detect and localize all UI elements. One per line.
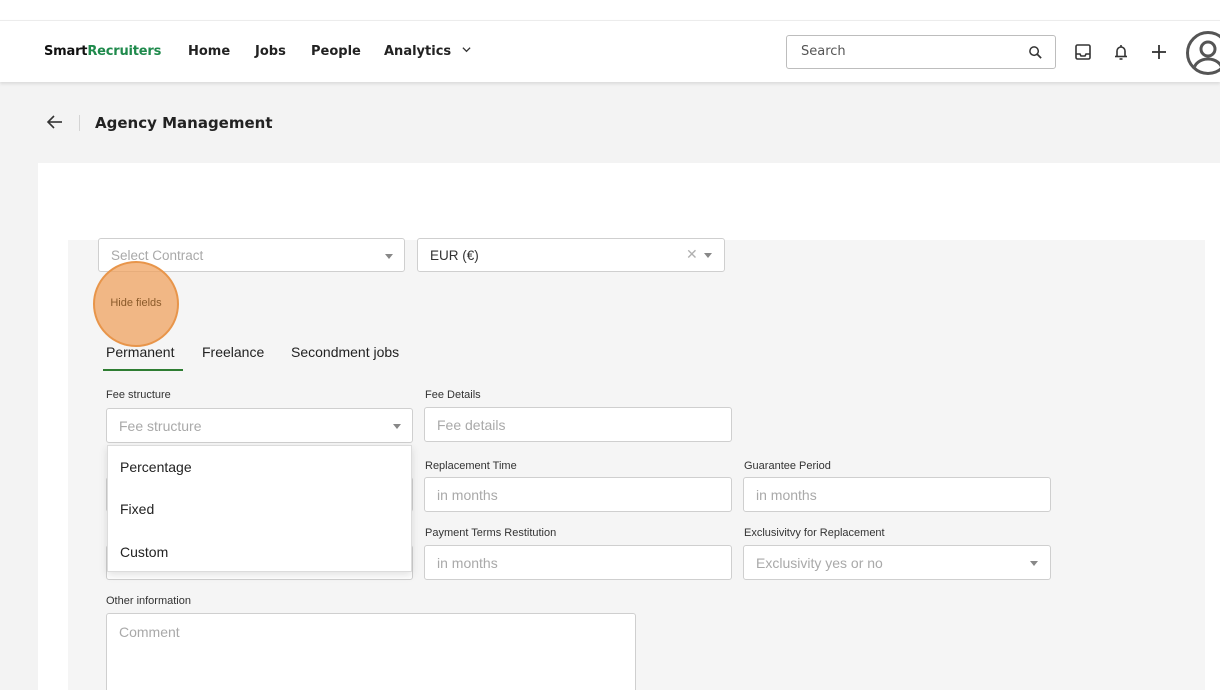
payment-terms-input[interactable] (437, 555, 698, 571)
user-avatar[interactable] (1186, 31, 1220, 75)
caret-down-icon (704, 253, 712, 258)
nav-people[interactable]: People (311, 44, 361, 59)
top-strip (0, 0, 1220, 20)
top-navbar: SmartRecruiters Home Jobs People Analyti… (0, 20, 1220, 82)
currency-select[interactable]: EUR (€) ✕ (417, 238, 725, 272)
fee-details-input[interactable] (437, 417, 698, 433)
fee-structure-select[interactable] (106, 408, 413, 443)
tab-secondment-jobs[interactable]: Secondment jobs (291, 344, 399, 360)
payment-terms-field[interactable] (424, 545, 732, 580)
caret-down-icon (385, 254, 393, 259)
other-information-label: Other information (106, 595, 191, 607)
dropdown-option-percentage[interactable]: Percentage (120, 459, 192, 475)
caret-down-icon (1030, 561, 1038, 566)
logo-recruiters-text: Recruiters (87, 44, 162, 59)
replacement-time-field[interactable] (424, 477, 732, 512)
nav-analytics[interactable]: Analytics (384, 44, 471, 59)
search-box[interactable] (786, 35, 1056, 69)
logo-smart-text: Smart (44, 44, 88, 59)
search-icon[interactable] (1028, 45, 1043, 60)
avatar-person-icon (1192, 40, 1220, 71)
guarantee-period-field[interactable] (743, 477, 1051, 512)
clear-icon[interactable]: ✕ (686, 246, 698, 263)
inbox-icon[interactable] (1073, 42, 1093, 62)
page-title: Agency Management (95, 114, 273, 132)
comment-textarea[interactable] (119, 624, 619, 684)
comment-field[interactable] (106, 613, 636, 690)
caret-down-icon (393, 424, 401, 429)
guarantee-period-input[interactable] (756, 487, 1017, 503)
active-tab-indicator (103, 369, 183, 371)
dropdown-option-fixed[interactable]: Fixed (120, 501, 154, 517)
nav-analytics-label: Analytics (384, 44, 452, 59)
dropdown-option-custom[interactable]: Custom (120, 544, 168, 560)
back-arrow-icon[interactable] (46, 113, 64, 131)
header-divider (79, 115, 80, 131)
replacement-time-input[interactable] (437, 487, 698, 503)
contract-select-placeholder: Select Contract (111, 248, 204, 263)
fee-structure-dropdown: Percentage Fixed Custom (107, 445, 412, 572)
smartrecruiters-logo[interactable]: SmartRecruiters (44, 44, 161, 59)
add-icon[interactable] (1149, 42, 1169, 62)
bell-icon[interactable] (1111, 42, 1131, 62)
search-input[interactable] (801, 44, 1021, 59)
exclusivity-label: Exclusivitvy for Replacement (744, 527, 885, 539)
nav-home[interactable]: Home (188, 44, 230, 59)
exclusivity-select[interactable] (743, 545, 1051, 580)
tab-freelance[interactable]: Freelance (202, 344, 264, 360)
payment-terms-label: Payment Terms Restitution (425, 527, 557, 539)
nav-jobs[interactable]: Jobs (255, 44, 286, 59)
fee-details-label: Fee Details (425, 389, 481, 401)
hide-fields-button[interactable]: Hide fields (100, 291, 172, 315)
currency-select-value: EUR (€) (430, 248, 479, 263)
fee-details-field[interactable] (424, 407, 732, 442)
replacement-time-label: Replacement Time (425, 460, 517, 472)
fee-structure-input[interactable] (119, 418, 379, 434)
fee-structure-label: Fee structure (106, 389, 171, 401)
chevron-down-icon (462, 47, 471, 53)
guarantee-period-label: Guarantee Period (744, 460, 831, 472)
exclusivity-input[interactable] (756, 555, 1017, 571)
